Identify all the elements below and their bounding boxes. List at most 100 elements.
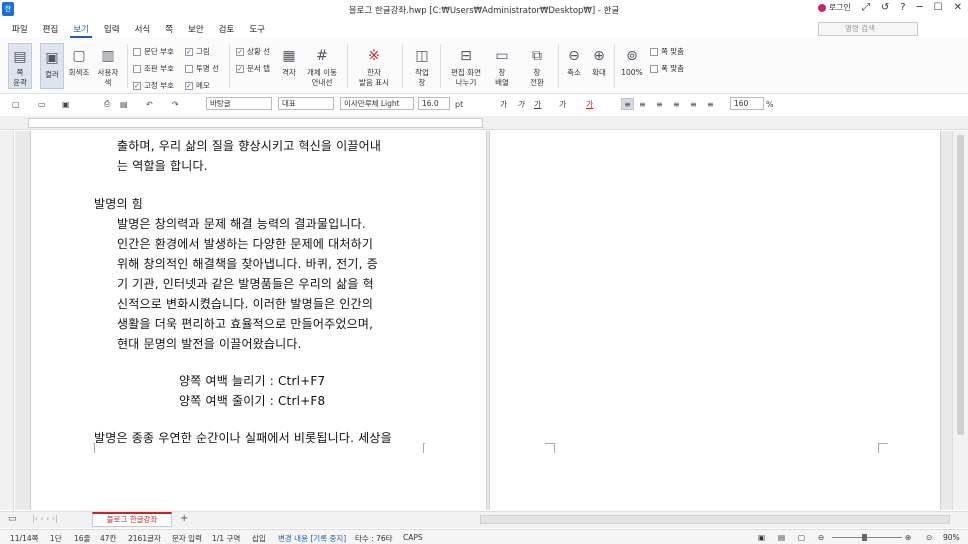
expand-icon[interactable]: ⤢ [862,2,870,13]
menu-edit[interactable]: 편집 [43,23,59,35]
window-arrange-button[interactable]: ▭ 창 배열 [490,38,514,88]
fixed-mark-check[interactable]: ✓ 고정 부호 [133,80,174,91]
maximize-icon[interactable]: ☐ [934,2,943,13]
tab-blog-hangul[interactable]: 블로그 한글강좌 [92,512,172,527]
save-icon[interactable]: ▣ [62,98,70,110]
redo-icon[interactable]: ↷ [172,98,179,110]
align-justify-icon[interactable]: ≡ [621,98,634,110]
horizontal-ruler[interactable] [0,116,968,130]
strike-icon[interactable]: 가 [559,98,566,110]
fit-width-button[interactable]: 폭 맞춤 [650,63,684,74]
menu-insert[interactable]: 입력 [104,23,120,35]
menu-tools[interactable]: 도구 [249,23,265,35]
status-area: 1/1 구역 [212,534,241,543]
view-web-icon[interactable]: ▤ [778,533,785,542]
font-size-input[interactable]: 16.0 [418,97,450,110]
zoom-slider[interactable] [832,534,902,541]
para-mark-check[interactable]: 문단 부호 [133,46,174,57]
transparent-line-check[interactable]: 투명 선 [185,63,219,74]
color-button[interactable]: ▣ 컬러 [40,43,64,89]
object-move-guide-button[interactable]: # 개체 이동 안내선 [303,38,341,88]
work-window-icon: ◫ [415,48,429,64]
grid-button[interactable]: ▦ 격자 [278,38,300,78]
vertical-ruler[interactable] [0,131,14,510]
undo-history-icon[interactable]: ↺ [881,2,889,13]
status-zoom[interactable]: 90% [943,533,960,542]
status-insert[interactable]: 삽입 [252,533,266,544]
status-track-changes[interactable]: 변경 내용 [기록 중지] [278,533,346,544]
zoom-in-small-icon[interactable]: ⊕ [905,533,911,542]
menu-review[interactable]: 검토 [219,23,235,35]
hwp-window: 한 블로그 한글강좌.hwp [C:₩Users₩Administrator₩D… [0,0,968,544]
document-page-right[interactable] [489,131,941,510]
style-select[interactable]: 바탕글 [206,97,272,110]
doc-line: 신적으로 변화시켰습니다. 이러한 발명들은 인간의 [117,297,374,311]
work-window-button[interactable]: ◫ 작업 창 [410,38,434,88]
user-color-button[interactable]: ▥ 사용자 색 [93,38,123,88]
menu-view[interactable]: 보기 [70,23,92,38]
gray-button[interactable]: ▢ 회색조 [66,38,92,78]
command-search-input[interactable]: 명령 검색 [818,22,918,36]
menu-security[interactable]: 보안 [188,23,204,35]
tab-nav-icon[interactable]: |‹ ‹ › ›| [32,514,58,523]
preview-icon[interactable]: ▤ [120,98,128,110]
help-icon[interactable]: ? [900,2,905,13]
underline-icon[interactable]: 가 [534,98,541,110]
doc-line: 출하며, 우리 삶의 질을 향상시키고 혁신을 이끌어내 [117,139,382,153]
new-doc-icon[interactable]: ▢ [12,98,20,110]
doc-shortcut-line: 양쪽 여백 늘리기 : Ctrl+F7 [179,374,326,388]
tab-list-icon[interactable]: ▭ [8,514,17,524]
close-icon[interactable]: ✕ [954,2,962,13]
scrollbar-thumb[interactable] [957,135,964,435]
line-unit-select[interactable]: % [766,98,774,110]
control-mark-check[interactable]: 조판 부호 [133,63,174,74]
font-lang-select[interactable]: 대표 [278,97,334,110]
login-button[interactable]: 로그인 [817,2,851,13]
view-outline-icon[interactable]: ▢ [798,533,805,542]
document-page-left[interactable]: 출하며, 우리 삶의 질을 향상시키고 혁신을 이끌어내 는 역할을 합니다. … [30,131,487,510]
vertical-scrollbar[interactable] [952,131,968,510]
split-screen-button[interactable]: ⊟ 편집 화면 나누기 [445,38,487,88]
zoom-out-button[interactable]: ⊖ 축소 [563,38,585,78]
picture-check[interactable]: ✓ 그림 [185,46,210,57]
menu-format[interactable]: 서식 [135,23,151,35]
open-folder-icon[interactable]: ▭ [38,98,46,110]
window-switch-icon: ⧉ [532,48,542,64]
page-margin-mark [545,443,555,453]
fit-page-button[interactable]: 쪽 맞춤 [650,46,684,57]
italic-icon[interactable]: 가 [517,98,524,110]
edit-area[interactable]: 출하며, 우리 삶의 질을 향상시키고 혁신을 이끌어내 는 역할을 합니다. … [15,131,952,510]
font-name-select[interactable]: 이사만루체 Light [340,97,414,110]
add-tab-button[interactable]: + [180,513,188,524]
page-outline-button[interactable]: ▤ 쪽 윤곽 [8,43,32,89]
menu-page[interactable]: 쪽 [165,23,173,35]
size-unit-select[interactable]: pt [455,98,463,110]
align-distribute-icon[interactable]: ≡ [690,98,697,110]
bold-icon[interactable]: 가 [500,98,507,110]
zoom-in-button[interactable]: ⊕ 확대 [588,38,610,78]
line-spacing-input[interactable]: 160 [730,97,764,110]
align-divide-icon[interactable]: ≡ [707,98,714,110]
horizontal-scrollbar[interactable] [480,515,950,524]
window-switch-button[interactable]: ⧉ 창 전환 [522,38,552,88]
zoom-out-small-icon[interactable]: ⊖ [818,533,824,542]
status-line-check[interactable]: ✓ 상황 선 [236,46,270,57]
view-normal-icon[interactable]: ▣ [758,533,765,542]
align-right-icon[interactable]: ≡ [656,98,663,110]
print-icon[interactable]: ⎙ [104,98,110,110]
ribbon-view: ▤ 쪽 윤곽 ▣ 컬러 ▢ 회색조 ▥ 사용자 색 문단 부호 ✓ 그림 조판 부호 투명… [0,38,968,94]
menu-file[interactable]: 파일 [12,23,28,35]
doc-line: 발명은 종종 우연한 순간이나 실패에서 비롯됩니다. 세상을 [94,431,392,445]
page-margin-mark [93,443,95,453]
undo-icon[interactable]: ↶ [146,98,153,110]
align-left-icon[interactable]: ≡ [639,98,646,110]
font-color-icon[interactable]: 가 [586,98,593,110]
minimize-icon[interactable]: ─ [917,2,923,13]
align-center-icon[interactable]: ≡ [673,98,680,110]
doc-tab-check[interactable]: ✓ 문서 탭 [236,63,270,74]
zoom-100-button[interactable]: ⊚ 100% [620,38,644,78]
memo-check[interactable]: ✓ 메모 [185,80,210,91]
zoom-mode-icon[interactable]: ⊙ [926,533,932,542]
hanja-reading-button[interactable]: ※ 한자 발음 표시 [354,38,394,88]
zoom-slider-handle[interactable] [862,534,867,541]
